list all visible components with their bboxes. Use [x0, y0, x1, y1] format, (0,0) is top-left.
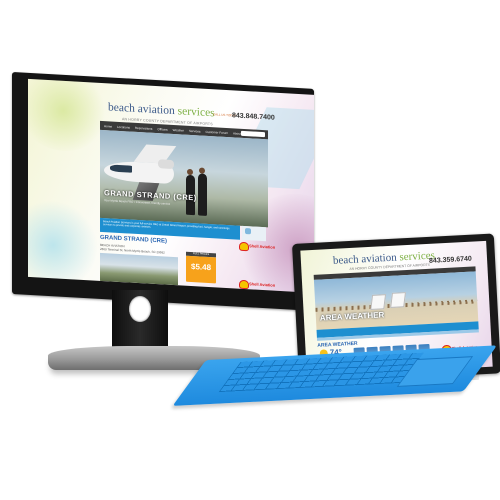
logo-main: beach aviation [108, 101, 175, 118]
person-head [199, 167, 205, 174]
beach-chair [370, 294, 387, 310]
nav-item-reservations[interactable]: Reservations [135, 125, 153, 130]
decorative-glow [28, 197, 98, 293]
jet-engine [158, 159, 174, 170]
phone-number[interactable]: 843.848.7400 [232, 112, 275, 121]
nav-item-locations[interactable]: Locations [117, 124, 130, 129]
nav-item-home[interactable]: Home [104, 124, 112, 128]
hero-image: AREA WEATHER [313, 271, 479, 330]
fuel-price: $5.48 [191, 262, 212, 273]
logo-accent: services [177, 105, 215, 120]
desktop-monitor: beach aviation services AN HORRY COUNTY … [12, 72, 314, 311]
hero-image: GRAND STRAND (CRE) Your Myrtle Beach FBO… [100, 129, 268, 228]
shell-logo-icon [239, 241, 249, 252]
shell-brand[interactable]: Shell Aviation [249, 281, 275, 287]
airport-photo [100, 252, 178, 286]
website-page: beach aviation services AN HORRY COUNTY … [100, 97, 275, 290]
decorative-glow [28, 78, 108, 154]
shell-brand[interactable]: Shell Aviation [249, 243, 275, 249]
beach-chair [390, 292, 406, 308]
keyboard-keys[interactable] [218, 352, 424, 393]
cable-hole [129, 296, 151, 322]
shell-logo-icon [239, 279, 249, 290]
weather-icon [245, 228, 251, 235]
nav-item-customer-forum[interactable]: Customer Forum [205, 129, 228, 134]
monitor-screen: beach aviation services AN HORRY COUNTY … [28, 78, 314, 293]
phone-number[interactable]: 843.359.6740 [429, 256, 472, 265]
nav-item-weather[interactable]: Weather [173, 127, 184, 132]
person-head [187, 168, 193, 176]
nav-item-services[interactable]: Services [189, 128, 201, 133]
hero-title: AREA WEATHER [319, 310, 385, 323]
nav-item-officers[interactable]: Officers [157, 127, 167, 132]
businessman-figure [198, 173, 207, 216]
